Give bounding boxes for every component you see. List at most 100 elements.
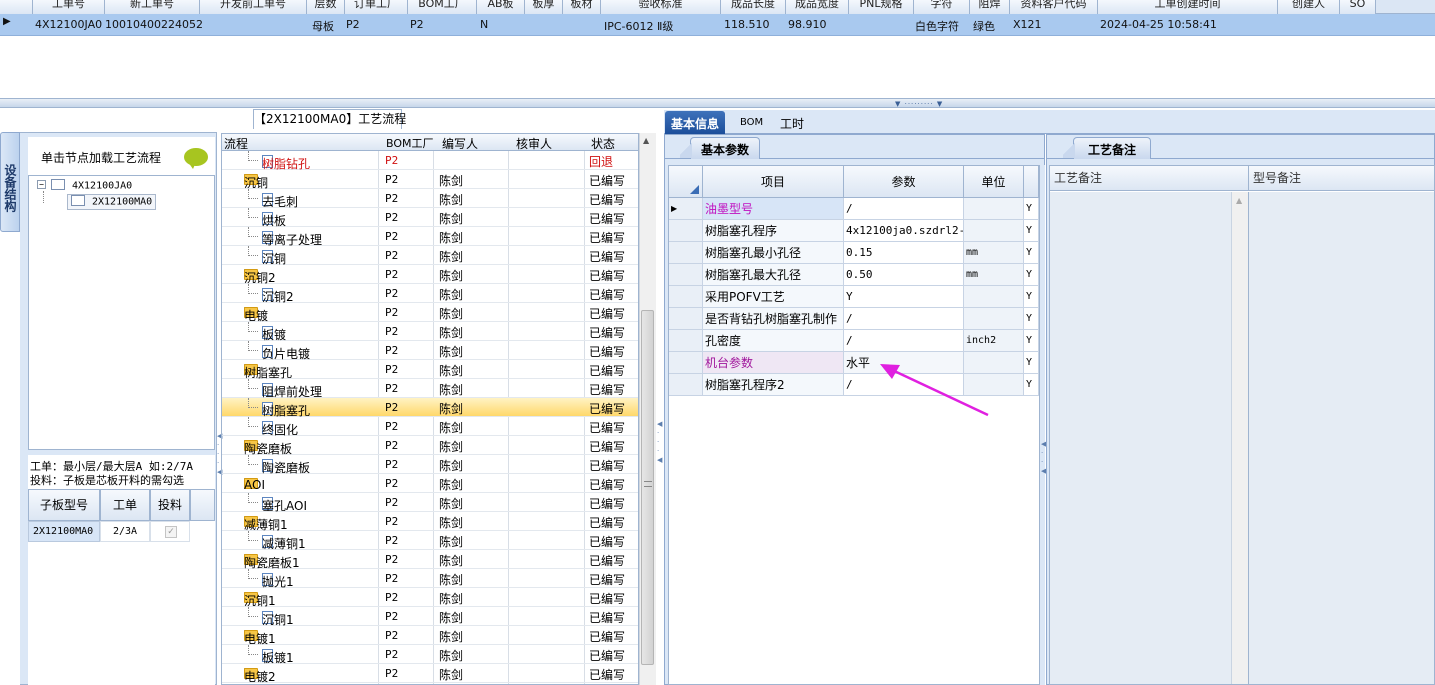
process-row[interactable]: 烘板 P2 陈剑 已编写 (222, 208, 638, 228)
param-value[interactable]: 0.50 (844, 264, 964, 286)
col-header[interactable]: 成品长度 (721, 0, 786, 14)
process-row[interactable]: −减薄铜1P2陈剑已编写 (222, 512, 638, 532)
process-row[interactable]: 去毛刺 P2 陈剑 已编写 (222, 189, 638, 209)
row-indicator[interactable] (669, 220, 703, 242)
tree-node-child[interactable]: 2X12100MA0 (67, 194, 157, 210)
scroll-up-icon[interactable]: ▲ (643, 136, 649, 145)
process-row[interactable]: 沉铜 P2 陈剑 已编写 (222, 246, 638, 266)
process-row[interactable]: −电镀P2陈剑已编写 (222, 303, 638, 323)
col-header-unit[interactable]: 单位 (964, 166, 1024, 198)
process-row[interactable]: −陶瓷磨板P2陈剑已编写 (222, 436, 638, 456)
collapse-icon[interactable]: − (37, 180, 46, 189)
process-row[interactable]: 终固化 P2 陈剑 已编写 (222, 417, 638, 437)
col-header[interactable]: AB板 (477, 0, 525, 14)
param-row[interactable]: 树脂塞孔最大孔径 0.50 mm Y (669, 264, 1039, 286)
process-notes-textbox[interactable] (1050, 192, 1232, 684)
col-header[interactable]: 板厚 (525, 0, 563, 14)
process-row[interactable]: 抛光1 P2 陈剑 已编写 (222, 569, 638, 589)
process-row[interactable]: 塞孔AOI P2 陈剑 已编写 (222, 493, 638, 513)
col-header[interactable]: SO (1340, 0, 1376, 14)
collapse-middle-handle[interactable]: ◀ · · · ◀ (657, 420, 663, 500)
col-header[interactable]: 创建人 (1278, 0, 1340, 14)
process-row[interactable]: 阻焊前处理 P2 陈剑 已编写 (222, 379, 638, 399)
param-value[interactable]: Y (844, 286, 964, 308)
param-row[interactable]: 孔密度 / inch2 Y (669, 330, 1039, 352)
row-indicator[interactable] (669, 264, 703, 286)
col-header-flow[interactable]: 流程 (224, 135, 248, 152)
feed-checkbox[interactable]: ✓ (165, 526, 177, 538)
process-row[interactable]: 负片电镀 P2 陈剑 已编写 (222, 341, 638, 361)
process-row[interactable]: 树脂钻孔 P2 回退 (222, 151, 638, 171)
row-indicator[interactable] (669, 352, 703, 374)
cell-suborder-order[interactable]: 2/3A (100, 521, 150, 542)
process-row[interactable]: −树脂塞孔P2陈剑已编写 (222, 360, 638, 380)
col-header[interactable]: BOM工厂 (408, 0, 477, 14)
col-header[interactable]: 验收标准 (601, 0, 721, 14)
col-header[interactable]: 成品宽度 (786, 0, 849, 14)
tab-basic-params[interactable]: 基本参数 (690, 137, 761, 159)
process-row[interactable]: 减薄铜1 P2 陈剑 已编写 (222, 531, 638, 551)
param-row[interactable]: 树脂塞孔程序 4x12100ja0.szdrl2-3 Y (669, 220, 1039, 242)
process-row[interactable]: −AOIP2陈剑已编写 (222, 474, 638, 493)
col-header[interactable]: 子板型号 (28, 489, 100, 521)
tab-bom[interactable]: BOM (734, 113, 769, 136)
model-notes-textbox[interactable] (1248, 192, 1434, 684)
col-header-extra[interactable] (1024, 166, 1039, 198)
col-header[interactable]: 阻焊 (970, 0, 1010, 14)
process-row[interactable]: −沉铜2P2陈剑已编写 (222, 265, 638, 285)
col-header[interactable]: 新工单号 (105, 0, 200, 14)
process-row[interactable]: −沉铜1P2陈剑已编写 (222, 588, 638, 608)
tree-node-root[interactable]: − 4X12100JA0 (37, 179, 132, 192)
collapse-right-handle[interactable]: ◀ · · ◀ (1041, 440, 1046, 500)
process-row[interactable]: 沉铜2 P2 陈剑 已编写 (222, 284, 638, 304)
row-indicator[interactable] (669, 308, 703, 330)
horizontal-splitter[interactable]: ▼ ········· ▼ (0, 98, 1435, 108)
row-indicator[interactable] (669, 242, 703, 264)
col-header[interactable]: 订单工厂 (345, 0, 408, 14)
process-row[interactable]: −沉铜P2陈剑已编写 (222, 170, 638, 190)
process-row[interactable]: 板镀1 P2 陈剑 已编写 (222, 645, 638, 665)
tab-process-notes[interactable]: 工艺备注 (1073, 137, 1152, 159)
param-value[interactable]: / (844, 308, 964, 330)
col-header-reviewer[interactable]: 核审人 (516, 135, 552, 152)
col-header-param[interactable]: 参数 (844, 166, 964, 198)
param-value[interactable]: 4x12100ja0.szdrl2-3 (844, 220, 964, 242)
scroll-up-icon[interactable]: ▲ (1236, 196, 1242, 205)
tab-work-hours[interactable]: 工时 (774, 111, 810, 134)
param-row[interactable]: 是否背钻孔树脂塞孔制作 / Y (669, 308, 1039, 330)
param-row[interactable]: 采用POFV工艺 Y Y (669, 286, 1039, 308)
table-row[interactable]: ▶ 4X12100JA0 10010400224052 母板 P2 P2 N I… (0, 14, 1435, 36)
col-header[interactable]: 层数 (307, 0, 345, 14)
col-header[interactable]: 工单创建时间 (1098, 0, 1278, 14)
param-value[interactable]: 0.15 (844, 242, 964, 264)
corner-cell[interactable] (0, 0, 33, 14)
col-header[interactable]: 开发前工单号 (200, 0, 307, 14)
row-indicator[interactable] (669, 286, 703, 308)
process-row[interactable]: 等离子处理 P2 陈剑 已编写 (222, 227, 638, 247)
param-row[interactable]: ▶ 油墨型号 / Y (669, 198, 1039, 220)
tab-equipment-structure[interactable]: 设备结构 (0, 132, 20, 232)
corner-cell[interactable] (669, 166, 703, 198)
row-indicator[interactable] (669, 330, 703, 352)
col-header[interactable]: 板材 (563, 0, 601, 14)
process-row[interactable]: 板镀 P2 陈剑 已编写 (222, 322, 638, 342)
param-value[interactable]: / (844, 330, 964, 352)
tab-basic-info[interactable]: 基本信息 (665, 111, 726, 134)
col-header[interactable]: 工单 (100, 489, 150, 521)
process-row[interactable]: −电镀1P2陈剑已编写 (222, 626, 638, 646)
chat-bubble-icon[interactable] (184, 148, 208, 169)
param-row[interactable]: 树脂塞孔最小孔径 0.15 mm Y (669, 242, 1039, 264)
col-header-item[interactable]: 项目 (703, 166, 844, 198)
param-value[interactable]: / (844, 198, 964, 220)
process-row[interactable]: 树脂塞孔 P2 陈剑 已编写 (222, 398, 638, 418)
process-row[interactable]: 陶瓷磨板 P2 陈剑 已编写 (222, 455, 638, 475)
col-header-bom[interactable]: BOM工厂 (386, 135, 434, 151)
col-header[interactable]: 字符 (914, 0, 970, 14)
col-header[interactable]: 资料客户代码 (1010, 0, 1098, 14)
row-indicator[interactable]: ▶ (669, 198, 703, 220)
row-indicator[interactable] (669, 374, 703, 396)
col-header-status[interactable]: 状态 (591, 135, 615, 152)
col-header[interactable]: 工单号 (33, 0, 105, 14)
process-row[interactable]: 沉铜1 P2 陈剑 已编写 (222, 607, 638, 627)
cell-suborder-model[interactable]: 2X12100MA0 (28, 521, 100, 542)
